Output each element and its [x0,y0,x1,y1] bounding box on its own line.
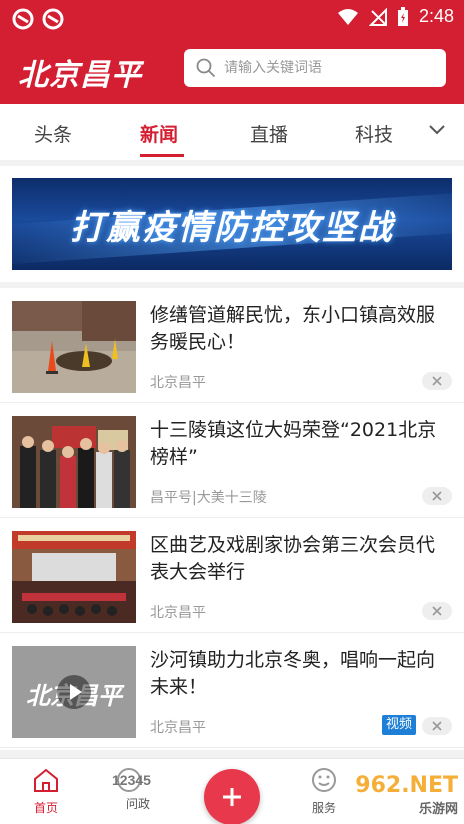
battery-icon [397,6,408,26]
banner-text: 打赢疫情防控攻坚战 [70,207,394,248]
news-item[interactable]: 十三陵镇这位大妈荣登“2021北京榜样” 昌平号|大美十三陵 [0,403,464,518]
dismiss-button[interactable] [422,717,452,735]
news-thumbnail [12,531,136,623]
play-icon[interactable] [56,674,92,710]
app-header: 2:48 北京昌平 [0,0,464,104]
watermark-sub: 乐游网 [418,802,458,817]
notification-icon-2 [42,8,64,30]
active-tab-indicator [140,154,184,157]
nav-home-label: 首页 [33,801,58,815]
news-source: 北京昌平 [150,375,206,391]
watermark-main: 962.NET [355,773,458,798]
add-button[interactable] [204,769,260,824]
close-icon [432,376,442,386]
banner-section: 打赢疫情防控攻坚战 [0,166,464,282]
dismiss-button[interactable] [422,372,452,390]
news-title: 沙河镇助力北京冬奥，唱响一起向未来！ [150,649,436,698]
nav-service-label: 服务 [311,801,336,815]
search-input[interactable] [224,60,434,76]
dismiss-button[interactable] [422,487,452,505]
tab-tech[interactable]: 科技 [355,120,393,147]
chevron-down-icon[interactable] [428,124,446,136]
service-smiley-icon [312,768,336,792]
notification-icon [12,8,34,30]
status-time: 2:48 [418,6,454,26]
close-icon [432,721,442,731]
close-icon [432,491,442,501]
home-icon [34,768,58,792]
news-thumbnail [12,416,136,508]
nav-service[interactable]: 服务 [294,767,354,816]
tab-headlines[interactable]: 头条 [34,120,72,147]
news-title: 十三陵镇这位大妈荣登“2021北京榜样” [150,419,437,468]
bottom-nav: 首页 12345 问政 服务 962.NET 乐游网 [0,758,464,824]
tab-live[interactable]: 直播 [250,120,288,147]
hotline-icon: 12345 [108,767,168,793]
news-list: 修缮管道解民忧，东小口镇高效服务暖民心！ 北京昌平 十三陵镇这位大妈荣登“202… [0,288,464,750]
news-title: 区曲艺及戏剧家协会第三次会员代表大会举行 [150,534,436,583]
search-bar[interactable] [184,49,446,87]
nav-politics[interactable]: 12345 问政 [108,767,168,812]
brand-logo: 北京昌平 [18,58,142,93]
no-signal-icon [368,7,387,26]
news-title: 修缮管道解民忧，东小口镇高效服务暖民心！ [150,304,436,353]
news-item[interactable]: 修缮管道解民忧，东小口镇高效服务暖民心！ 北京昌平 [0,288,464,403]
app-screen: 2:48 北京昌平 头条 新闻 直播 科技 打赢疫情防控攻坚战 [0,0,464,824]
close-icon [432,606,442,616]
tab-news[interactable]: 新闻 [140,120,178,147]
video-thumbnail[interactable]: 北京昌平 [12,646,136,738]
news-item[interactable]: 区曲艺及戏剧家协会第三次会员代表大会举行 北京昌平 [0,518,464,633]
site-watermark: 962.NET 乐游网 [355,773,458,817]
banner-image[interactable]: 打赢疫情防控攻坚战 [12,178,452,270]
dismiss-button[interactable] [422,602,452,620]
nav-home[interactable]: 首页 [16,767,76,816]
category-tabs: 头条 新闻 直播 科技 [0,104,464,160]
status-bar: 2:48 [0,0,464,36]
news-item-video[interactable]: 北京昌平 沙河镇助力北京冬奥，唱响一起向未来！ 北京昌平 视频 [0,633,464,748]
plus-icon [223,788,241,806]
wifi-icon [337,8,358,25]
news-source: 北京昌平 [150,720,206,736]
video-badge: 视频 [381,715,416,735]
news-source: 昌平号|大美十三陵 [150,490,267,506]
news-thumbnail [12,301,136,393]
search-icon [196,58,216,78]
news-source: 北京昌平 [150,605,206,621]
nav-politics-label: 问政 [125,797,150,811]
